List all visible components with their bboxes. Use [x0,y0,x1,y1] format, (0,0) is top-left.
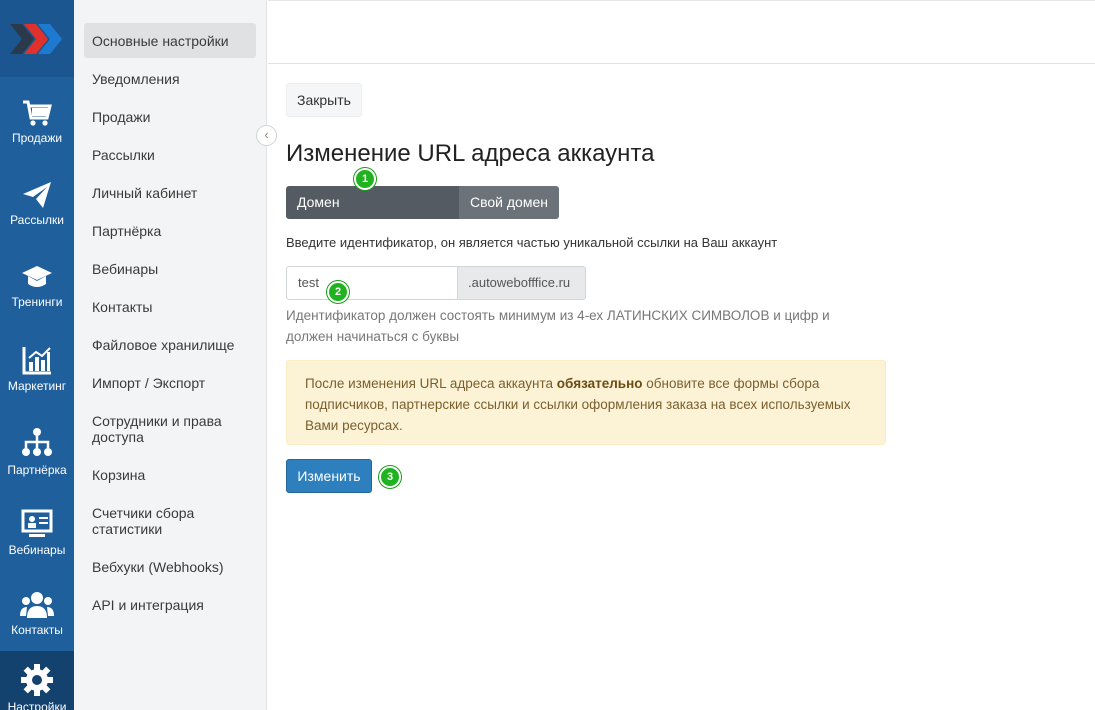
rail-item-settings[interactable]: Настройки [0,651,74,710]
rail-item-contacts[interactable]: Контакты [0,578,74,660]
collapse-menu-button[interactable]: ‹ [256,125,277,146]
rail-label: Настройки [7,700,67,710]
cart-icon [23,100,52,126]
alert-text-before: После изменения URL адреса аккаунта [305,376,557,391]
rail-item-sales[interactable]: Продажи [0,86,74,168]
gear-icon [21,664,53,696]
field-description: Введите идентификатор, он является часть… [286,235,778,250]
identifier-input[interactable]: test [286,266,458,300]
page-title: Изменение URL адреса аккаунта [286,140,655,167]
sitemap-icon [22,428,52,456]
rail-label: Партнёрка [7,463,67,477]
presentation-icon [21,509,53,537]
annotation-badge-1: 1 [354,168,376,190]
rail-label: Контакты [11,623,63,637]
graduation-cap-icon [22,266,52,287]
domain-addon: .autowebofffice.ru [457,266,586,300]
menu-item-trash[interactable]: Корзина [84,467,256,483]
logo[interactable] [0,0,74,77]
rail-label: Тренинги [11,295,63,309]
chart-icon [22,347,51,375]
menu-item-sales[interactable]: Продажи [84,109,256,125]
rail-item-marketing[interactable]: Маркетинг [0,332,74,414]
annotation-badge-2: 2 [327,281,349,303]
chevron-left-icon: ‹ [264,127,269,142]
menu-item-mailings[interactable]: Рассылки [84,147,256,163]
menu-item-webhooks[interactable]: Вебхуки (Webhooks) [84,559,256,575]
logo-chevrons-icon [10,24,62,54]
rail-item-partners[interactable]: Партнёрка [0,414,74,496]
rail-item-trainings[interactable]: Тренинги [0,250,74,332]
menu-item-webinars[interactable]: Вебинары [84,261,256,277]
paper-plane-icon [23,182,51,208]
users-icon [20,592,54,618]
warning-alert: После изменения URL адреса аккаунта обяз… [286,360,886,445]
menu-item-file-storage[interactable]: Файловое хранилище [84,337,256,353]
segment-own-domain[interactable]: Свой домен [459,186,559,219]
menu-item-partners[interactable]: Партнёрка [84,223,256,239]
menu-item-account[interactable]: Личный кабинет [84,185,256,201]
alert-text-bold: обязательно [556,376,643,391]
help-text: Идентификатор должен состоять минимум из… [286,308,830,344]
menu-item-contacts[interactable]: Контакты [84,299,256,315]
segment-default-domain[interactable]: Домен autowebofffice.ru [286,186,459,243]
rail-item-mailings[interactable]: Рассылки [0,168,74,250]
menu-item-notifications[interactable]: Уведомления [84,71,256,87]
apply-button[interactable]: Изменить [286,459,372,493]
close-button[interactable]: Закрыть [286,83,362,117]
rail-label: Рассылки [10,213,64,227]
menu-item-api[interactable]: API и интеграция [84,597,256,613]
rail-label: Маркетинг [7,379,67,393]
rail-label: Вебинары [8,543,66,557]
annotation-badge-3: 3 [379,466,401,488]
settings-menu: Основные настройки Уведомления Продажи Р… [74,0,267,710]
menu-item-import-export[interactable]: Импорт / Экспорт [84,375,256,391]
menu-item-counters[interactable]: Счетчики сбора статистики [84,505,256,537]
rail-label: Продажи [11,131,63,145]
menu-item-general[interactable]: Основные настройки [84,23,256,58]
menu-item-staff[interactable]: Сотрудники и права доступа [84,413,256,445]
top-bar [268,0,1095,64]
icon-rail: Продажи Рассылки Тренинги Маркетинг Парт… [0,0,74,710]
rail-item-webinars[interactable]: Вебинары [0,496,74,578]
